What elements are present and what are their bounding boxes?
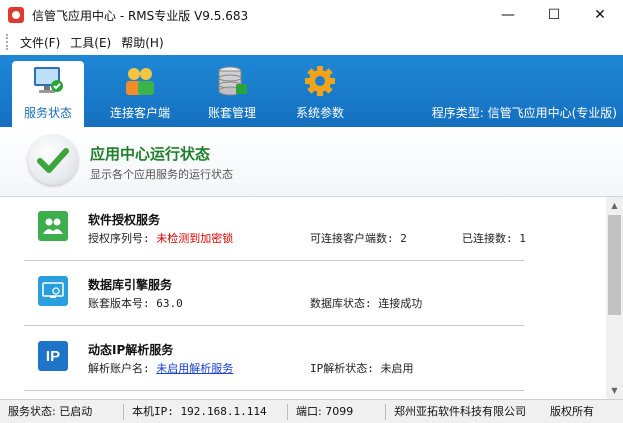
monitor-check-icon	[30, 64, 66, 98]
tab-connected-clients[interactable]: 连接客户端	[104, 61, 176, 127]
db-status-label: 数据库状态:	[310, 297, 372, 310]
tab-label: 服务状态	[23, 106, 72, 120]
clients-label: 可连接客户端数:	[310, 232, 394, 245]
account-label: 解析账户名:	[88, 362, 150, 375]
tab-service-status[interactable]: 服务状态	[12, 61, 84, 127]
connected-value: 1	[519, 232, 526, 245]
database-icon	[214, 64, 250, 98]
users-icon	[38, 211, 68, 241]
serial-label: 授权序列号:	[88, 232, 150, 245]
company-text: 郑州亚拓软件科技有限公司	[394, 404, 526, 418]
status-header: 应用中心运行状态 显示各个应用服务的运行状态	[0, 127, 623, 197]
ip-icon: IP	[38, 341, 68, 371]
maximize-button[interactable]: ☐	[531, 0, 577, 30]
db-status-value: 连接成功	[378, 297, 423, 310]
version-label: 账套版本号:	[88, 297, 150, 310]
connected-row: 已连接数: 1	[462, 230, 526, 246]
minimize-button[interactable]: —	[485, 0, 531, 30]
menu-help[interactable]: 帮助(H)	[116, 34, 168, 51]
users-icon	[122, 64, 158, 98]
serial-value: 未检测到加密锁	[156, 232, 234, 245]
ip-status-value: 未启用	[380, 362, 414, 375]
serial-row: 授权序列号: 未检测到加密锁	[88, 230, 233, 246]
window-title: 信管飞应用中心 - RMS专业版 V9.5.683	[32, 8, 249, 23]
vertical-scrollbar[interactable]: ▲ ▼	[606, 197, 623, 399]
enable-resolve-link[interactable]: 未启用解析服务	[156, 362, 233, 375]
close-button[interactable]: ✕	[577, 0, 623, 30]
connected-label: 已连接数:	[462, 232, 513, 245]
window-controls: — ☐ ✕	[485, 0, 623, 30]
page-title: 应用中心运行状态	[90, 145, 211, 163]
tab-label: 系统参数	[295, 106, 344, 120]
tab-label: 连接客户端	[109, 106, 170, 120]
tab-account-management[interactable]: 账套管理	[196, 61, 268, 127]
service-name: 数据库引擎服务	[88, 278, 173, 292]
local-ip-text: 本机IP: 192.168.1.114	[124, 403, 288, 420]
database-engine-icon	[38, 276, 68, 306]
scroll-thumb[interactable]	[608, 215, 621, 315]
service-name: 动态IP解析服务	[88, 343, 174, 357]
clients-row: 可连接客户端数: 2	[310, 230, 407, 246]
checkmark-icon	[28, 135, 78, 185]
main-toolbar: 服务状态 连接客户端 账套管理 系统参数 程序类型: 信管飞应用中心(专业版)	[0, 55, 623, 127]
service-status-text: 服务状态: 已启动	[0, 403, 124, 420]
ip-status-row: IP解析状态: 未启用	[310, 360, 414, 376]
copyright-text: 版权所有	[550, 404, 594, 418]
program-type-label: 程序类型: 信管飞应用中心(专业版)	[431, 106, 617, 120]
port-text: 端口: 7099	[288, 403, 386, 420]
page-subtitle: 显示各个应用服务的运行状态	[90, 168, 233, 181]
status-bar: 服务状态: 已启动 本机IP: 192.168.1.114 端口: 7099 郑…	[0, 399, 623, 423]
menu-file[interactable]: 文件(F)	[15, 34, 65, 51]
gear-icon	[302, 64, 338, 98]
title-bar: 信管飞应用中心 - RMS专业版 V9.5.683 — ☐ ✕	[0, 0, 623, 30]
divider	[24, 390, 524, 391]
db-status-row: 数据库状态: 连接成功	[310, 295, 422, 311]
app-logo-icon	[8, 7, 24, 23]
menu-grip	[6, 34, 9, 50]
service-license: 软件授权服务 授权序列号: 未检测到加密锁 可连接客户端数: 2 已连接数: 1	[0, 197, 606, 261]
ip-status-label: IP解析状态:	[310, 362, 374, 375]
divider	[24, 325, 524, 326]
service-name: 软件授权服务	[88, 213, 161, 227]
menu-bar: 文件(F) 工具(E) 帮助(H)	[0, 30, 623, 54]
account-row: 解析账户名: 未启用解析服务	[88, 360, 233, 376]
service-dynamic-ip: IP 动态IP解析服务 解析账户名: 未启用解析服务 IP解析状态: 未启用	[0, 327, 606, 391]
divider	[24, 260, 524, 261]
scroll-down-arrow-icon[interactable]: ▼	[606, 382, 623, 399]
service-database: 数据库引擎服务 账套版本号: 63.0 数据库状态: 连接成功	[0, 262, 606, 326]
scroll-up-arrow-icon[interactable]: ▲	[606, 197, 623, 214]
tab-system-params[interactable]: 系统参数	[284, 61, 356, 127]
clients-value: 2	[400, 232, 407, 245]
services-list: 软件授权服务 授权序列号: 未检测到加密锁 可连接客户端数: 2 已连接数: 1…	[0, 197, 606, 399]
menu-tools[interactable]: 工具(E)	[65, 34, 116, 51]
version-row: 账套版本号: 63.0	[88, 295, 183, 311]
tab-label: 账套管理	[207, 106, 256, 120]
version-value: 63.0	[156, 297, 183, 310]
